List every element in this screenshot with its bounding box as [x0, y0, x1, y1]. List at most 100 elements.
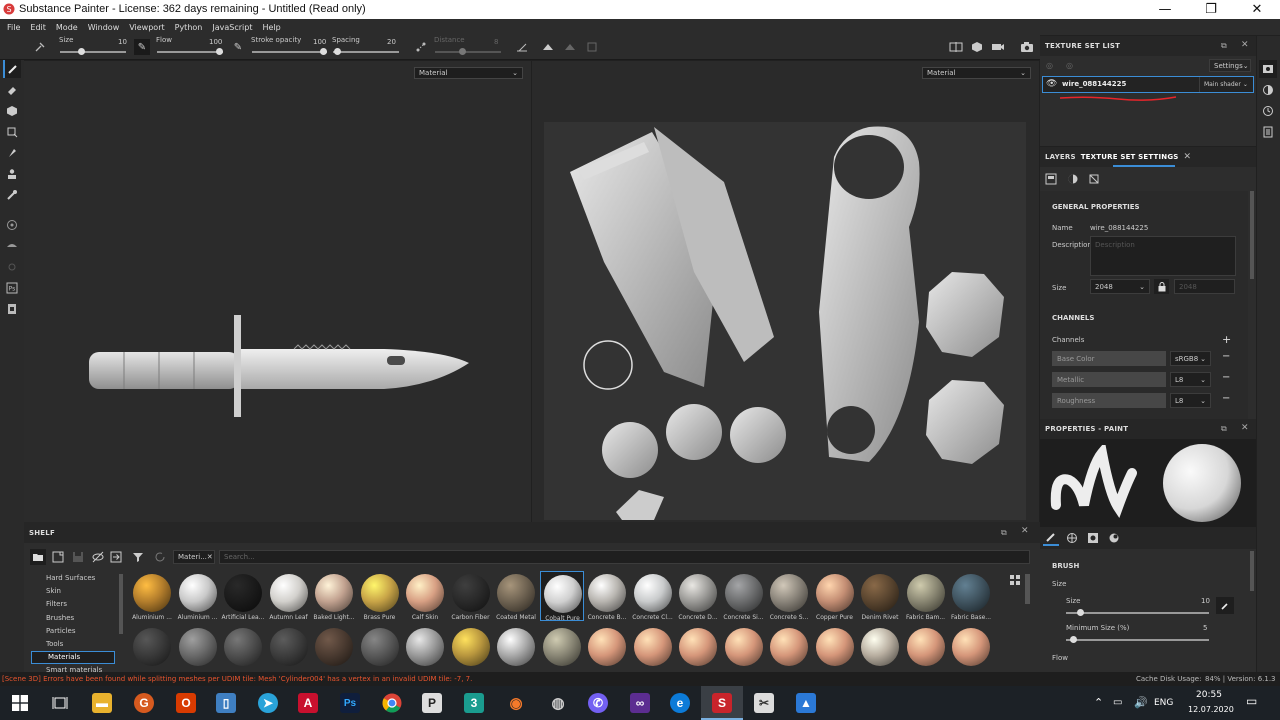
- settings-dropdown[interactable]: Settings ⌄: [1209, 59, 1251, 72]
- brush-size-slider[interactable]: [1066, 612, 1209, 614]
- transform-icon[interactable]: [584, 39, 600, 55]
- screenshot-icon[interactable]: [1019, 39, 1035, 55]
- edge-icon[interactable]: e: [660, 686, 700, 720]
- category-scrollbar[interactable]: [119, 574, 123, 634]
- notifications-icon[interactable]: ▭: [1246, 694, 1257, 708]
- flow-slider-handle[interactable]: [216, 48, 223, 55]
- eye-icon[interactable]: 👁: [1046, 79, 1057, 89]
- material-thumbnail[interactable]: [770, 628, 808, 666]
- pen-pressure-icon[interactable]: [1216, 597, 1234, 614]
- display-settings-icon[interactable]: [1259, 81, 1277, 99]
- clock-time[interactable]: 20:55: [1196, 690, 1222, 700]
- spacing-slider-handle[interactable]: [334, 48, 341, 55]
- viewport-3d-mode-select[interactable]: Material ⌄: [414, 67, 523, 79]
- material-thumbnail[interactable]: [178, 628, 217, 666]
- network-icon[interactable]: ▭: [1113, 697, 1122, 708]
- photos-icon[interactable]: ▲: [786, 686, 826, 720]
- photoshop-icon[interactable]: Ps: [330, 686, 370, 720]
- iray-icon[interactable]: [3, 237, 21, 255]
- filter-tag[interactable]: Materi... ✕: [173, 550, 215, 564]
- brush-size-value[interactable]: 10: [1201, 597, 1210, 605]
- material-thumbnail[interactable]: [269, 628, 308, 666]
- menu-window[interactable]: Window: [83, 23, 125, 32]
- volume-icon[interactable]: 🔊: [1134, 696, 1148, 709]
- projection-tool-icon[interactable]: [3, 102, 21, 120]
- material-thumbnail[interactable]: Denim Rivet: [858, 571, 902, 621]
- visual-studio-icon[interactable]: ∞: [620, 686, 660, 720]
- autocad-icon[interactable]: A: [288, 686, 328, 720]
- telegram-icon[interactable]: ➤: [248, 686, 288, 720]
- brush-settings-icon[interactable]: [32, 39, 48, 55]
- tray-chevron-icon[interactable]: ⌃: [1094, 696, 1103, 709]
- description-field[interactable]: Description: [1090, 236, 1236, 276]
- stroke-opacity-slider[interactable]: [252, 51, 327, 53]
- category-filters[interactable]: Filters: [46, 600, 67, 608]
- plugin-icon[interactable]: [3, 258, 21, 276]
- material-thumbnail[interactable]: [861, 628, 899, 666]
- 3dsmax-icon[interactable]: 3: [454, 686, 494, 720]
- material-thumbnail[interactable]: Fabric Bam...: [904, 571, 948, 621]
- log-icon[interactable]: [1259, 123, 1277, 141]
- material-thumbnail[interactable]: [724, 628, 763, 666]
- undock-icon[interactable]: ⧉: [1001, 528, 1007, 538]
- menu-viewport[interactable]: Viewport: [124, 23, 169, 32]
- new-preset-icon[interactable]: [50, 549, 66, 565]
- stencil-tab-icon[interactable]: [1106, 530, 1122, 546]
- substance-painter-icon[interactable]: S: [702, 686, 742, 720]
- channel-format-select[interactable]: L8 ⌄: [1170, 393, 1211, 408]
- bake-icon[interactable]: [3, 216, 21, 234]
- blender-icon[interactable]: ◉: [496, 686, 536, 720]
- material-thumbnail[interactable]: Aluminium ...: [176, 571, 220, 621]
- spacing-value[interactable]: 20: [387, 38, 396, 46]
- material-thumbnail[interactable]: [406, 628, 444, 666]
- history-icon[interactable]: [1259, 102, 1277, 120]
- documents-icon[interactable]: ▯: [206, 686, 246, 720]
- distance-value[interactable]: 8: [494, 38, 498, 46]
- material-thumbnail[interactable]: [679, 628, 717, 666]
- category-brushes[interactable]: Brushes: [46, 614, 74, 622]
- material-thumbnail[interactable]: Cobalt Pure: [539, 571, 584, 622]
- color-picker-tool-icon[interactable]: [3, 186, 21, 204]
- size-slider-handle[interactable]: [78, 48, 85, 55]
- material-thumbnail[interactable]: [315, 628, 353, 666]
- material-thumbnail[interactable]: Autumn Leaf: [267, 571, 311, 621]
- remove-channel-icon[interactable]: −: [1222, 372, 1230, 383]
- clone-tool-icon[interactable]: [3, 165, 21, 183]
- close-button[interactable]: ✕: [1234, 0, 1280, 19]
- distance-slider-handle[interactable]: [459, 48, 466, 55]
- remove-channel-icon[interactable]: −: [1222, 351, 1230, 362]
- material-thumbnail[interactable]: Baked Light...: [312, 571, 356, 621]
- clock-date[interactable]: 12.07.2020: [1188, 705, 1234, 714]
- windows-start-icon[interactable]: [0, 686, 40, 720]
- scrollbar[interactable]: [1250, 551, 1254, 591]
- size-select[interactable]: 2048 ⌄: [1090, 279, 1150, 294]
- save-icon[interactable]: [70, 549, 86, 565]
- category-tools[interactable]: Tools: [46, 640, 63, 648]
- remove-filter-icon[interactable]: ✕: [207, 553, 213, 561]
- material-thumbnail[interactable]: [224, 628, 262, 666]
- file-explorer-icon[interactable]: ▬: [82, 686, 122, 720]
- folder-icon[interactable]: [30, 549, 46, 565]
- eraser-tool-icon[interactable]: [3, 81, 21, 99]
- viewport-3d[interactable]: Material ⌄: [24, 61, 531, 522]
- solo-icon[interactable]: ◎: [1066, 61, 1073, 70]
- close-panel-icon[interactable]: ✕: [1241, 423, 1249, 433]
- grid-view-icon[interactable]: [1009, 574, 1023, 588]
- symmetry-settings-icon[interactable]: [562, 39, 578, 55]
- material-thumbnail[interactable]: Concrete B...: [585, 571, 629, 621]
- close-panel-icon[interactable]: ✕: [1241, 40, 1249, 50]
- remove-channel-icon[interactable]: −: [1222, 393, 1230, 404]
- line-tool-icon[interactable]: [514, 39, 530, 55]
- resources-icon[interactable]: [3, 300, 21, 318]
- camera-icon[interactable]: [990, 39, 1006, 55]
- close-tab-icon[interactable]: ✕: [1184, 152, 1192, 162]
- material-tab-icon[interactable]: [1064, 530, 1080, 546]
- import-icon[interactable]: [108, 549, 124, 565]
- alpha-tab-icon[interactable]: [1085, 530, 1101, 546]
- min-size-value[interactable]: 5: [1203, 624, 1207, 632]
- menu-mode[interactable]: Mode: [51, 23, 83, 32]
- viewport-2d[interactable]: Material ⌄: [532, 61, 1039, 522]
- flow-value[interactable]: 100: [209, 38, 222, 46]
- material-thumbnail[interactable]: [633, 628, 672, 666]
- material-thumbnail[interactable]: Fabric Base...: [949, 571, 993, 621]
